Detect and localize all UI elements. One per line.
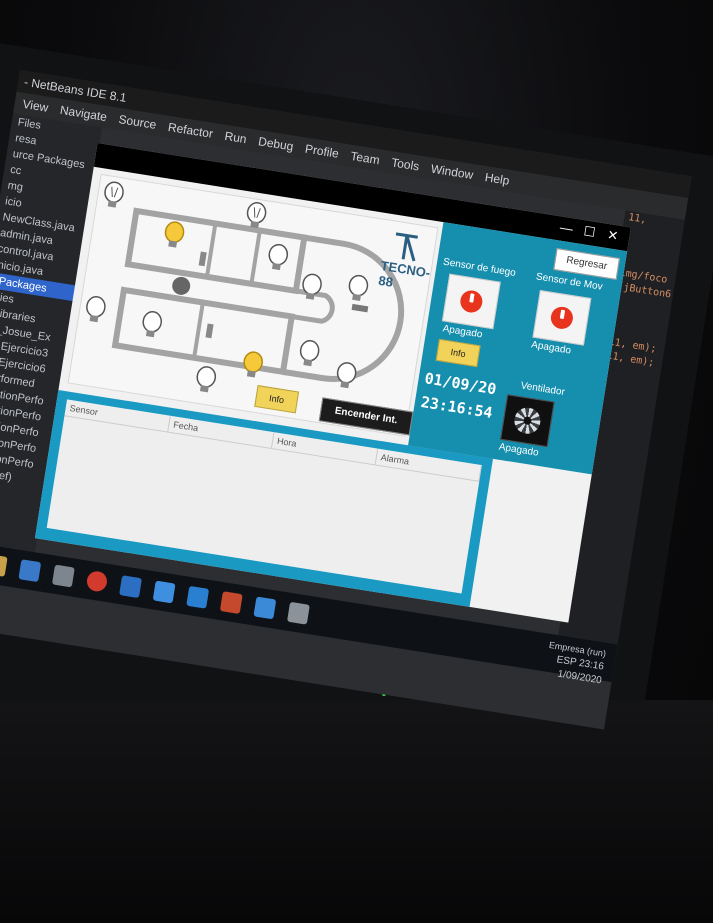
lightbulb-off-icon[interactable] [296, 338, 322, 371]
close-icon[interactable]: ✕ [606, 227, 619, 245]
power-icon [458, 288, 484, 315]
lightbulb-off-icon[interactable] [100, 180, 126, 213]
monitor-screen: - NetBeans IDE 8.1 View Navigate Source … [0, 70, 692, 730]
java-app-icon[interactable] [287, 601, 310, 625]
lightbulb-off-icon[interactable] [243, 200, 269, 233]
lightbulb-on-icon[interactable] [239, 349, 265, 382]
opera-icon[interactable] [85, 569, 109, 593]
lightbulb-off-icon[interactable] [82, 294, 108, 327]
sensor-control-panel: Regresar Sensor de fuego Sensor de Mov A… [408, 222, 628, 475]
menu-debug[interactable]: Debug [257, 130, 295, 157]
lightbulb-off-icon[interactable] [138, 309, 164, 342]
lightbulb-off-icon[interactable] [264, 242, 290, 275]
motion-sensor-power-button[interactable] [532, 290, 592, 346]
sensor-info-button[interactable]: Info [435, 338, 481, 368]
column-header-hora[interactable]: Hora [271, 432, 379, 465]
maximize-icon[interactable]: ☐ [582, 223, 597, 241]
floor-plan: TECNO-88 [67, 173, 439, 437]
netbeans-icon[interactable] [253, 596, 277, 620]
app-icon[interactable] [152, 580, 176, 604]
app-icon[interactable] [51, 564, 75, 588]
lightbulb-on-icon[interactable] [161, 220, 187, 253]
ventilador-button[interactable] [500, 394, 555, 448]
mail-icon[interactable] [18, 559, 42, 583]
time-display: 23:16:54 [419, 392, 494, 423]
power-icon [549, 305, 575, 331]
home-control-app-window: — ☐ ✕ TECNO-88 Info Encender Int. Sensor… [34, 143, 631, 623]
menu-tools[interactable]: Tools [390, 151, 421, 177]
minimize-icon[interactable]: — [559, 220, 574, 237]
keyboard-language[interactable]: ESP [556, 654, 577, 668]
file-explorer-icon[interactable] [0, 553, 8, 577]
app-icon[interactable] [119, 575, 142, 599]
lightbulb-off-icon[interactable] [298, 272, 324, 305]
dark-room-background: - NetBeans IDE 8.1 View Navigate Source … [0, 0, 713, 923]
powerpoint-icon[interactable] [219, 591, 243, 615]
vscode-icon[interactable] [186, 585, 210, 609]
column-header-sensor[interactable]: Sensor [64, 399, 171, 432]
ventilador-label: Ventilador [519, 380, 566, 399]
desk-surface [0, 700, 713, 923]
menu-source[interactable]: Source [117, 108, 158, 136]
fire-sensor-power-button[interactable] [441, 273, 501, 330]
column-header-fecha[interactable]: Fecha [168, 415, 275, 449]
menu-run[interactable]: Run [223, 125, 248, 150]
menu-profile[interactable]: Profile [303, 138, 340, 165]
lightbulb-off-icon[interactable] [345, 273, 371, 306]
menu-help[interactable]: Help [483, 166, 511, 192]
lightbulb-off-icon[interactable] [192, 364, 218, 397]
lightbulb-off-icon[interactable] [333, 360, 359, 393]
system-tray: Empresa (run) ESP 23:16 1/09/2020 [544, 638, 607, 688]
menu-team[interactable]: Team [349, 145, 381, 171]
